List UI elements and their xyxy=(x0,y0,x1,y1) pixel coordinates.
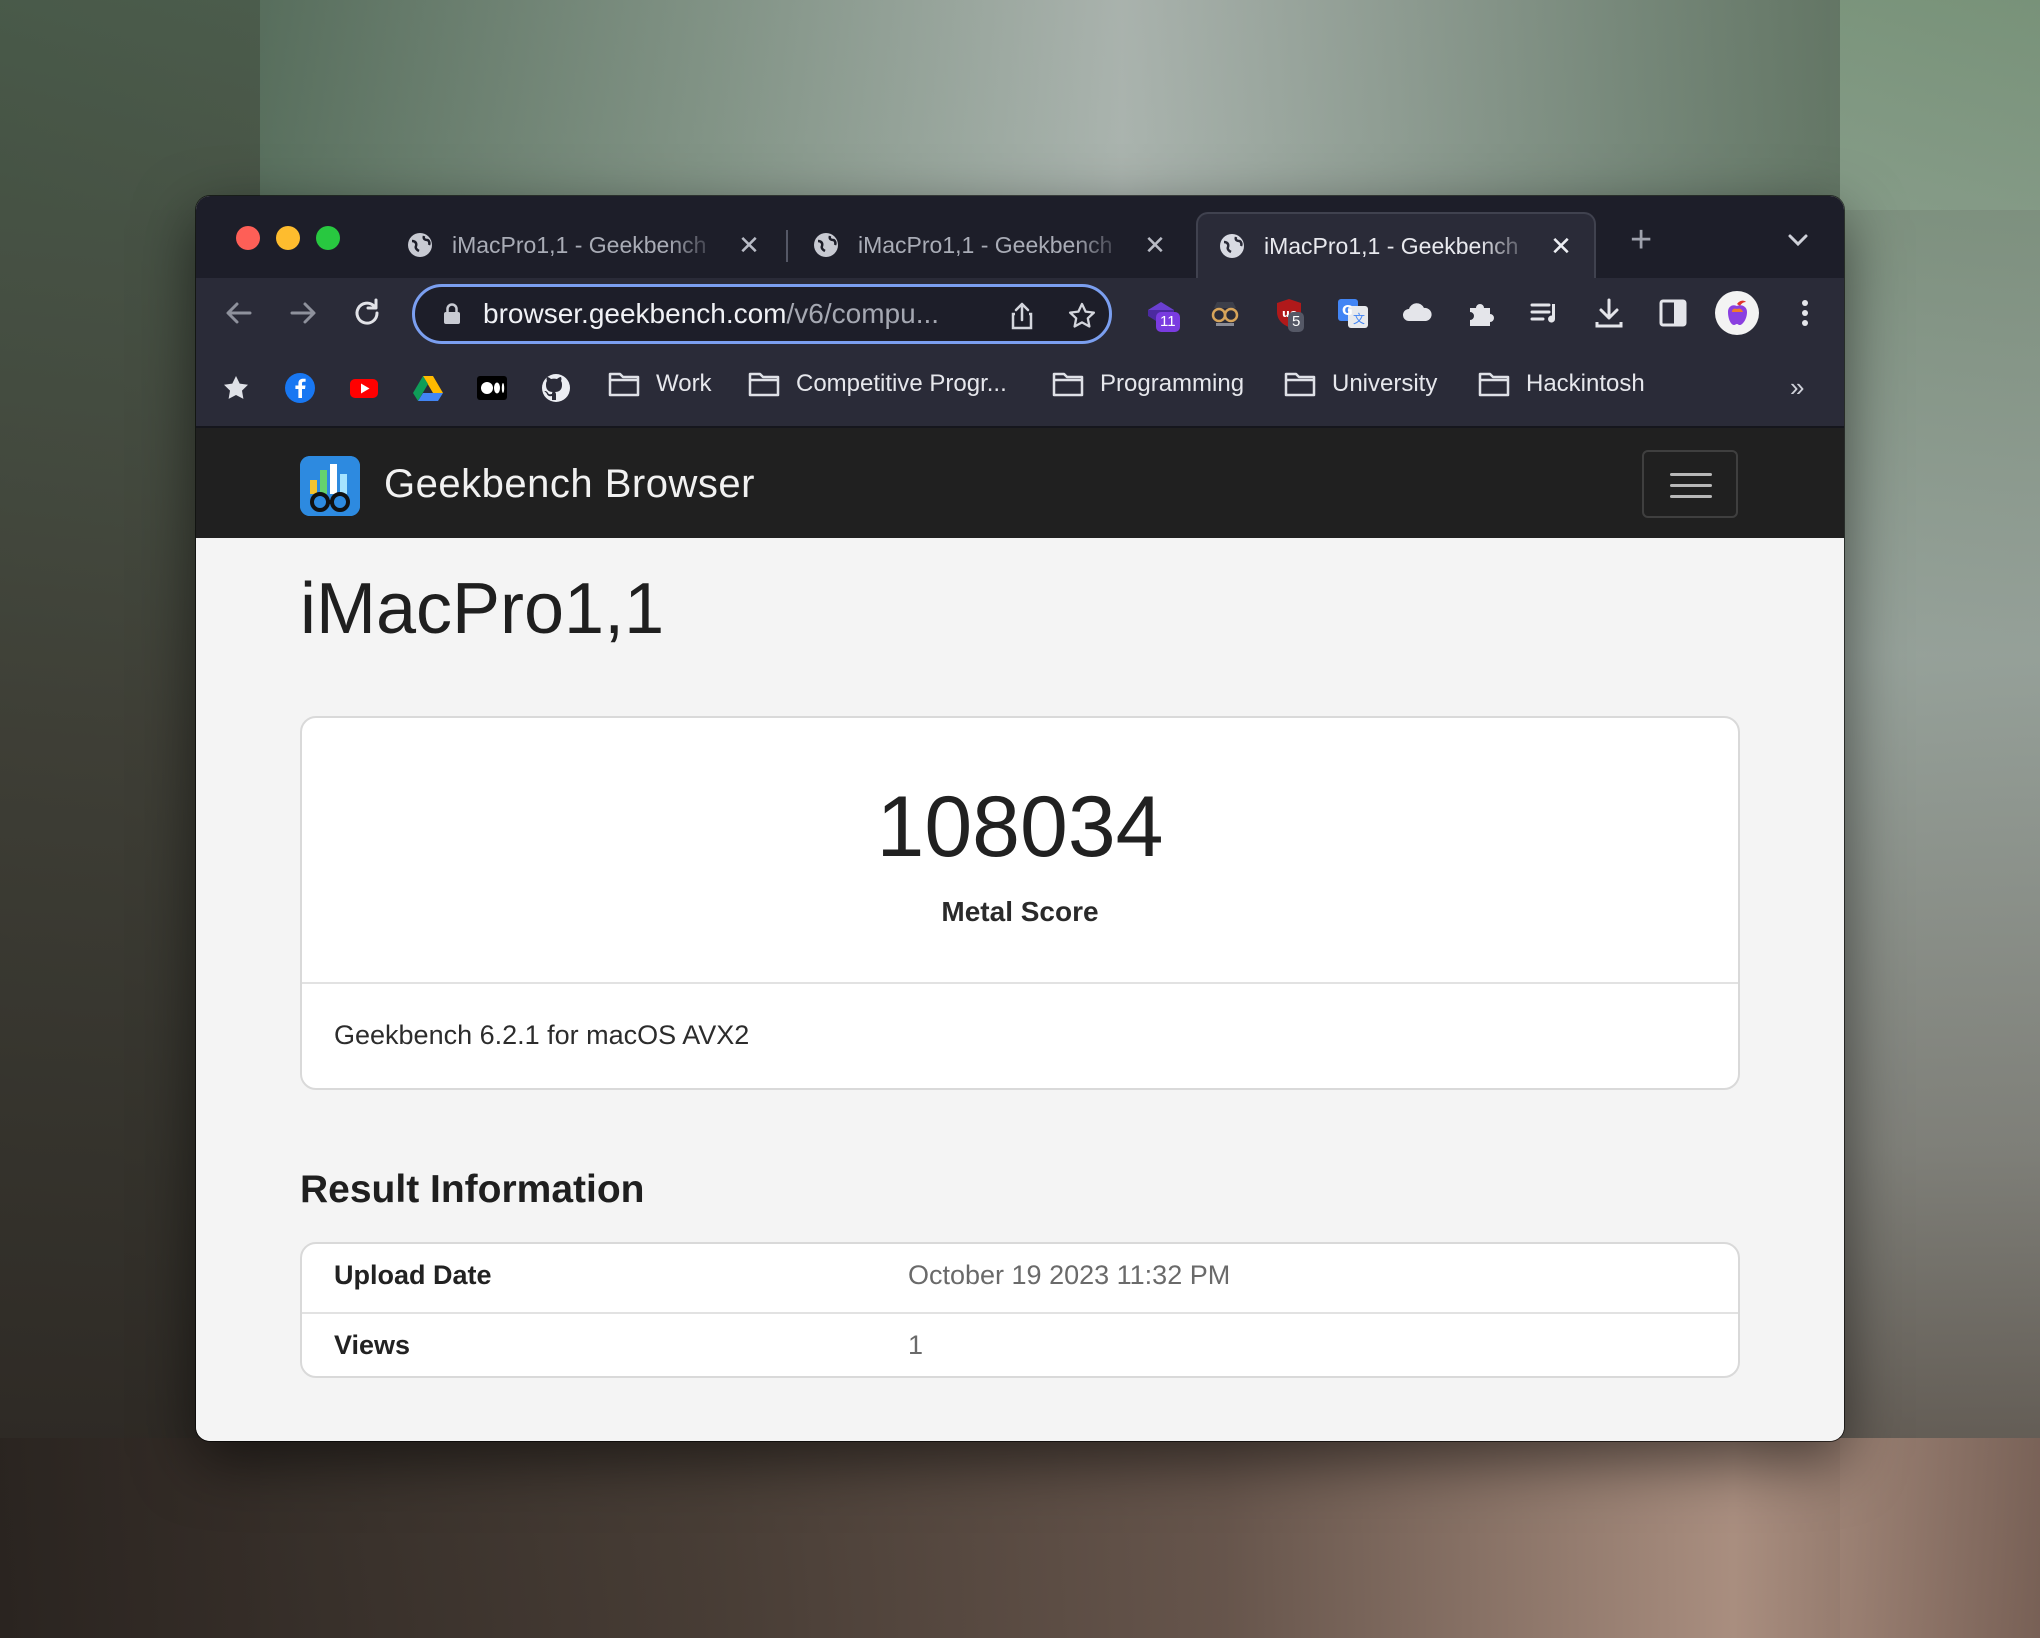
extension-purple-icon[interactable]: 11 xyxy=(1144,296,1180,332)
result-information-table: Upload Date October 19 2023 11:32 PM Vie… xyxy=(300,1242,1740,1378)
bookmark-folder-label: Programming xyxy=(1100,370,1245,397)
bookmark-folder-competitive-programming[interactable]: Competitive Progr... xyxy=(748,370,1007,398)
metal-score-value: 108034 xyxy=(876,779,1164,875)
globe-icon xyxy=(814,233,838,257)
share-icon[interactable] xyxy=(1007,301,1037,331)
tab-2[interactable]: iMacPro1,1 - Geekbench ✕ xyxy=(812,212,1168,278)
close-window-button[interactable] xyxy=(236,226,260,250)
close-tab-3-icon[interactable]: ✕ xyxy=(1548,231,1574,262)
extensions-puzzle-icon[interactable] xyxy=(1464,296,1498,330)
tab-2-label: iMacPro1,1 - Geekbench xyxy=(858,231,1113,258)
result-information-heading: Result Information xyxy=(300,1168,645,1211)
chevron-down-icon[interactable] xyxy=(1786,230,1810,250)
geekbench-logo-icon[interactable] xyxy=(300,456,360,516)
cloud-icon[interactable] xyxy=(1400,296,1434,330)
url-host: browser.geekbench.com xyxy=(483,298,787,329)
folder-icon xyxy=(1478,372,1510,397)
zoom-window-button[interactable] xyxy=(316,226,340,250)
hamburger-line xyxy=(1670,495,1712,498)
hamburger-line xyxy=(1670,473,1712,476)
close-tab-1-icon[interactable]: ✕ xyxy=(736,230,762,261)
back-arrow-icon[interactable] xyxy=(222,296,256,330)
svg-text:文: 文 xyxy=(1353,311,1365,326)
more-menu-icon[interactable] xyxy=(1788,296,1822,330)
bookmark-folder-hackintosh[interactable]: Hackintosh xyxy=(1478,370,1645,398)
more-bookmarks-chevron-icon[interactable]: » xyxy=(1790,372,1804,403)
bookmark-folder-programming[interactable]: Programming xyxy=(1052,370,1244,398)
table-row: Upload Date October 19 2023 11:32 PM xyxy=(302,1244,1738,1310)
lock-icon xyxy=(444,303,460,324)
facebook-icon[interactable] xyxy=(284,372,316,404)
youtube-icon[interactable] xyxy=(348,372,380,404)
extension-badge-count: 11 xyxy=(1156,312,1180,332)
tab-separator xyxy=(786,230,788,262)
ublock-origin-icon[interactable]: uo 5 xyxy=(1272,296,1306,332)
views-value: 1 xyxy=(908,1330,924,1360)
new-tab-plus-icon[interactable]: + xyxy=(1630,220,1652,260)
url-path: /v6/compu... xyxy=(786,298,940,329)
browser-toolbar: browser.geekbench.com/v6/compu... 11 uo … xyxy=(196,278,1844,348)
profile-avatar[interactable] xyxy=(1714,290,1760,336)
bookmark-folder-label: University xyxy=(1332,370,1438,397)
score-card-footer: Geekbench 6.2.1 for macOS AVX2 xyxy=(302,982,1738,1088)
table-row: Views 1 xyxy=(302,1312,1738,1376)
ublock-badge-count: 5 xyxy=(1288,312,1305,332)
globe-icon xyxy=(408,233,432,257)
google-drive-icon[interactable] xyxy=(412,372,444,404)
folder-icon xyxy=(1052,372,1084,397)
upload-date-value: October 19 2023 11:32 PM xyxy=(908,1260,1231,1290)
geekbench-version: Geekbench 6.2.1 for macOS AVX2 xyxy=(334,1020,750,1050)
address-bar[interactable]: browser.geekbench.com/v6/compu... xyxy=(412,284,1112,344)
globe-icon xyxy=(1220,234,1244,258)
bookmark-folder-label: Competitive Progr... xyxy=(796,370,1007,397)
url-text: browser.geekbench.com/v6/compu... xyxy=(483,298,983,330)
folder-icon xyxy=(748,372,780,397)
site-brand[interactable]: Geekbench Browser xyxy=(384,462,755,507)
score-card: 108034 Metal Score Geekbench 6.2.1 for m… xyxy=(300,716,1740,1090)
tab-3-active[interactable]: iMacPro1,1 - Geekbench ✕ xyxy=(1196,212,1596,278)
folder-icon xyxy=(608,372,640,397)
views-key: Views xyxy=(334,1330,411,1360)
metal-score-label: Metal Score xyxy=(941,896,1099,927)
download-icon[interactable] xyxy=(1592,296,1626,330)
reload-icon[interactable] xyxy=(350,296,384,330)
tab-3-label: iMacPro1,1 - Geekbench xyxy=(1264,232,1519,259)
hamburger-line xyxy=(1670,484,1712,487)
menu-toggle-button[interactable] xyxy=(1642,450,1738,518)
close-tab-2-icon[interactable]: ✕ xyxy=(1142,230,1168,261)
extension-spy-icon[interactable] xyxy=(1208,296,1242,330)
github-icon[interactable] xyxy=(540,372,572,404)
bookmark-folder-university[interactable]: University xyxy=(1284,370,1437,398)
media-queue-icon[interactable] xyxy=(1528,296,1562,330)
bookmark-folder-label: Work xyxy=(656,370,712,397)
browser-window: iMacPro1,1 - Geekbench ✕ iMacPro1,1 - Ge… xyxy=(196,196,1844,1441)
side-panel-icon[interactable] xyxy=(1656,296,1690,330)
site-navbar: Geekbench Browser xyxy=(196,428,1844,538)
bookmark-folder-work[interactable]: Work xyxy=(608,370,712,398)
page-content: Geekbench Browser iMacPro1,1 108034 Meta… xyxy=(196,428,1844,1441)
bookmark-folder-label: Hackintosh xyxy=(1526,370,1645,397)
upload-date-key: Upload Date xyxy=(334,1260,492,1290)
bookmark-star-icon[interactable] xyxy=(1067,301,1097,331)
forward-arrow-icon[interactable] xyxy=(286,296,320,330)
folder-icon xyxy=(1284,372,1316,397)
tab-1-label: iMacPro1,1 - Geekbench xyxy=(452,231,707,258)
tab-strip: iMacPro1,1 - Geekbench ✕ iMacPro1,1 - Ge… xyxy=(196,196,1844,278)
tab-1[interactable]: iMacPro1,1 - Geekbench ✕ xyxy=(406,212,762,278)
google-translate-icon[interactable]: G文 xyxy=(1336,296,1370,330)
svg-text:G: G xyxy=(1342,304,1353,319)
bookmarks-star-icon[interactable] xyxy=(220,372,252,404)
page-title: iMacPro1,1 xyxy=(300,569,665,649)
minimize-window-button[interactable] xyxy=(276,226,300,250)
bookmarks-bar: Work Competitive Progr... Programming Un… xyxy=(196,348,1844,428)
medium-icon[interactable] xyxy=(476,372,508,404)
